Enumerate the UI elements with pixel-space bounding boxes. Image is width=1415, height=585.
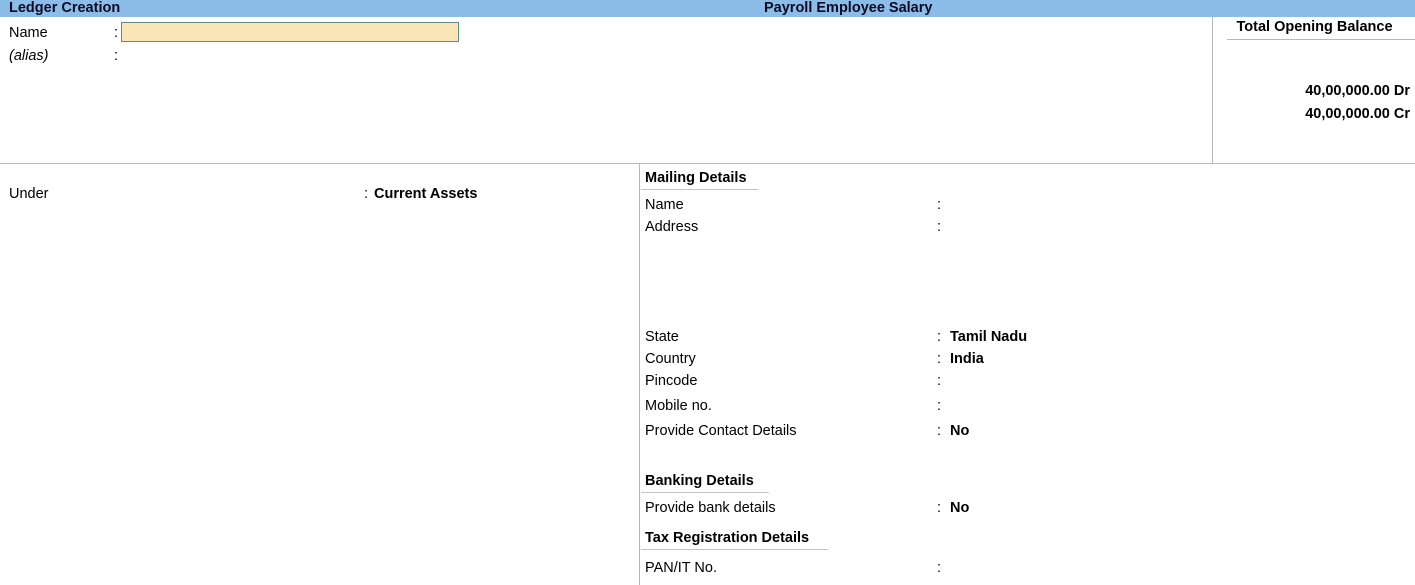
alias-label: (alias) <box>9 48 49 64</box>
pan-it-no-label: PAN/IT No. <box>645 560 717 576</box>
under-label: Under <box>9 186 49 202</box>
mailing-pincode-colon: : <box>937 373 942 389</box>
provide-contact-details-label: Provide Contact Details <box>645 423 797 439</box>
pan-it-no-colon: : <box>937 560 942 576</box>
total-opening-balance-title: Total Opening Balance <box>1236 19 1393 35</box>
mailing-mobile-label: Mobile no. <box>645 398 712 414</box>
mailing-country-colon: : <box>937 351 942 367</box>
screen-title: Ledger Creation <box>9 0 121 16</box>
mailing-name-label: Name <box>645 197 684 213</box>
provide-bank-details-label: Provide bank details <box>645 500 776 516</box>
title-underline <box>1227 39 1415 40</box>
name-label: Name <box>9 25 48 41</box>
provide-contact-details-value[interactable]: No <box>950 423 969 439</box>
provide-bank-details-value[interactable]: No <box>950 500 969 516</box>
mailing-country-value[interactable]: India <box>950 351 984 367</box>
title-bar: Ledger Creation Payroll Employee Salary <box>0 0 1415 17</box>
mailing-address-colon: : <box>937 219 942 235</box>
provide-bank-details-colon: : <box>937 500 942 516</box>
mailing-mobile-colon: : <box>937 398 942 414</box>
total-opening-balance-panel: Total Opening Balance 40,00,000.00 Dr 40… <box>1212 17 1415 163</box>
mailing-name-colon: : <box>937 197 942 213</box>
mailing-details-heading: Mailing Details <box>645 170 747 186</box>
name-colon: : <box>114 25 119 41</box>
header-divider <box>0 163 1415 164</box>
under-value[interactable]: Current Assets <box>374 186 477 202</box>
banking-details-heading: Banking Details <box>645 473 754 489</box>
mailing-state-colon: : <box>937 329 942 345</box>
company-title: Payroll Employee Salary <box>764 0 933 16</box>
mailing-address-label: Address <box>645 219 699 235</box>
under-colon: : <box>364 186 369 202</box>
mailing-country-label: Country <box>645 351 696 367</box>
mailing-pincode-label: Pincode <box>645 373 698 389</box>
provide-contact-details-colon: : <box>937 423 942 439</box>
banking-details-rule <box>641 492 769 493</box>
mailing-state-label: State <box>645 329 679 345</box>
opening-balance-debit: 40,00,000.00 Dr <box>1305 83 1410 99</box>
column-divider <box>639 164 640 585</box>
opening-balance-credit: 40,00,000.00 Cr <box>1305 106 1410 122</box>
alias-colon: : <box>114 48 119 64</box>
tax-registration-details-rule <box>641 549 828 550</box>
name-input[interactable] <box>121 22 459 42</box>
tax-registration-details-heading: Tax Registration Details <box>645 530 810 546</box>
mailing-details-rule <box>641 189 758 190</box>
mailing-state-value[interactable]: Tamil Nadu <box>950 329 1027 345</box>
